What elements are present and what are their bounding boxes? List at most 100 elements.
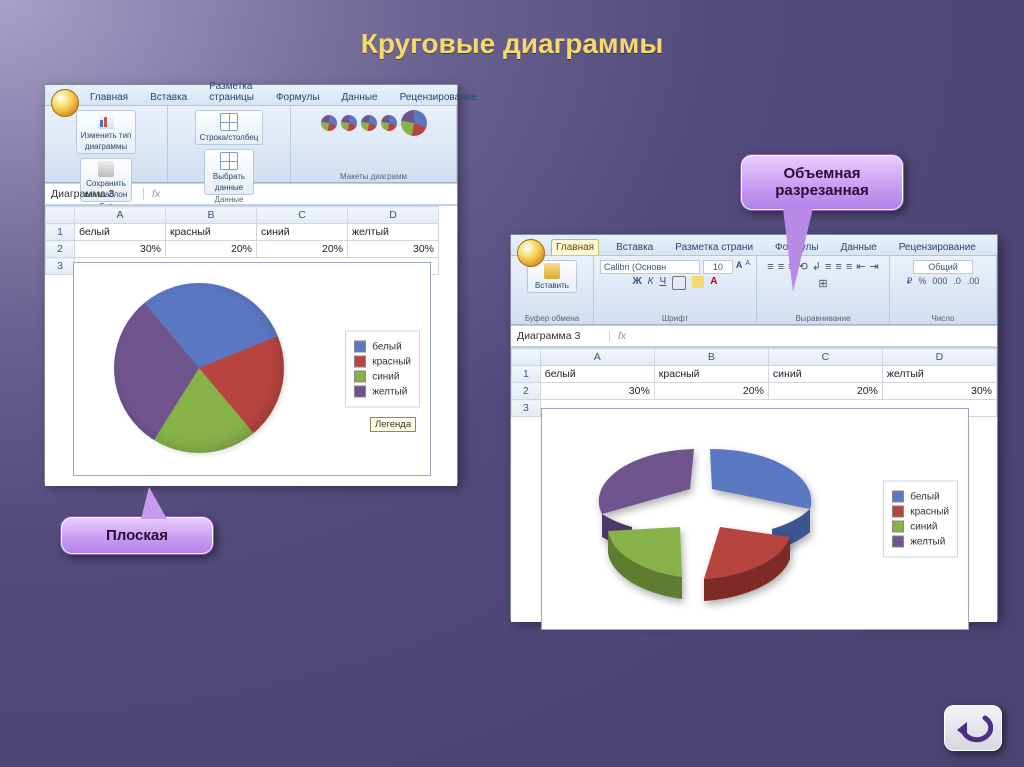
layout-icon[interactable] [381,115,397,131]
fill-color-icon[interactable] [692,276,704,288]
cell-A1[interactable]: белый [75,224,166,241]
cell-D1[interactable]: желтый [882,366,996,383]
excel-window-flat: Главная Вставка Разметка страницы Формул… [44,84,458,484]
tab-home[interactable]: Главная [551,239,599,255]
name-box[interactable]: Диаграмма 3 [45,188,144,200]
pie-chart-exploded[interactable]: белый красный синий желтый [541,408,969,630]
merge-icon[interactable]: ⊞ [818,277,827,290]
col-B[interactable]: B [166,207,257,224]
col-corner[interactable] [512,349,541,366]
chart-legend[interactable]: белый красный синий желтый [883,481,958,558]
currency-icon[interactable]: ₽ [907,276,913,287]
align-center-icon[interactable]: ≡ [835,261,841,273]
tab-review[interactable]: Рецензирование [395,89,482,105]
border-icon[interactable] [672,276,686,290]
row-3[interactable]: 3 [46,258,75,275]
legend-label: синий [910,521,937,532]
layout-icon[interactable] [321,115,337,131]
tab-insert[interactable]: Вставка [611,239,658,255]
pie-chart-flat[interactable]: белый красный синий желтый Легенда [73,262,431,476]
layout-icon[interactable] [361,115,377,131]
tab-insert[interactable]: Вставка [145,89,192,105]
wrap-icon[interactable]: ↲ [812,260,821,273]
paste-icon [544,263,560,279]
cell-D2[interactable]: 30% [882,383,996,400]
align-right-icon[interactable]: ≡ [846,261,852,273]
row-2[interactable]: 2 [46,241,75,258]
group-layouts-label: Макеты диаграмм [340,172,407,181]
switch-row-col-button[interactable]: Строка/столбец [195,110,264,145]
cell-B1[interactable]: красный [166,224,257,241]
office-button-icon[interactable] [517,239,545,267]
grow-font-icon[interactable]: A [736,260,743,274]
col-D[interactable]: D [348,207,439,224]
underline-icon[interactable]: Ч [660,276,667,290]
italic-icon[interactable]: К [648,276,654,290]
cell-D1[interactable]: желтый [348,224,439,241]
bold-icon[interactable]: Ж [633,276,642,290]
cell-C2[interactable]: 20% [768,383,882,400]
row-1[interactable]: 1 [46,224,75,241]
change-chart-type-button[interactable]: Изменить тип диаграммы [76,110,137,154]
col-A[interactable]: A [540,349,654,366]
select-data-button[interactable]: Выбрать данные [204,149,254,195]
percent-icon[interactable]: % [918,276,926,287]
row-2[interactable]: 2 [512,383,541,400]
col-C[interactable]: C [768,349,882,366]
callout-exploded-label2: разрезанная [775,182,868,199]
back-button[interactable] [944,705,1002,751]
cell-C1[interactable]: синий [257,224,348,241]
comma-icon[interactable]: 000 [932,276,947,287]
cell-A2[interactable]: 30% [540,383,654,400]
layout-icon[interactable] [341,115,357,131]
number-format-combo[interactable]: Общий [913,260,973,274]
tab-formulas[interactable]: Формулы [271,89,325,105]
font-color-icon[interactable]: A [710,276,717,290]
col-B[interactable]: B [654,349,768,366]
chart-legend[interactable]: белый красный синий желтый [345,331,420,408]
row-3[interactable]: 3 [512,400,541,417]
legend-label: желтый [910,536,945,547]
tab-data[interactable]: Данные [836,239,882,255]
cell-D2[interactable]: 30% [348,241,439,258]
paste-label: Вставить [535,281,569,290]
tab-review[interactable]: Рецензирование [894,239,981,255]
tab-layout[interactable]: Разметка страни [670,239,758,255]
callout-tail-icon [141,487,167,519]
cell-A2[interactable]: 30% [75,241,166,258]
tab-data[interactable]: Данные [336,89,382,105]
font-name-combo[interactable]: Calibri (Основн [600,260,700,274]
indent-inc-icon[interactable]: ⇥ [869,260,878,273]
cell-C1[interactable]: синий [768,366,882,383]
col-A[interactable]: A [75,207,166,224]
dec-decimal-icon[interactable]: .00 [967,276,980,287]
data-table: A B C D 1 белый красный синий желтый 2 3… [511,348,997,417]
back-arrow-icon [953,712,993,744]
row-1[interactable]: 1 [512,366,541,383]
layout-large-icon[interactable] [401,110,427,136]
cell-C2[interactable]: 20% [257,241,348,258]
tab-layout[interactable]: Разметка страницы [204,78,259,105]
shrink-font-icon[interactable]: A [745,260,750,274]
legend-label: белый [372,341,401,352]
col-C[interactable]: C [257,207,348,224]
col-D[interactable]: D [882,349,996,366]
fx-label: fx [610,330,634,342]
tab-home[interactable]: Главная [85,89,133,105]
pie-exploded-graphic [572,419,832,619]
ribbon-body: Вставить Буфер обмена Calibri (Основн 10… [511,256,997,325]
office-button-icon[interactable] [51,89,79,117]
indent-dec-icon[interactable]: ⇤ [856,260,865,273]
font-size-combo[interactable]: 10 [703,260,733,274]
cell-B2[interactable]: 20% [166,241,257,258]
align-top-icon[interactable]: ≡ [767,261,773,273]
cell-B1[interactable]: красный [654,366,768,383]
cell-A1[interactable]: белый [540,366,654,383]
group-font-label: Шрифт [662,314,688,323]
name-box[interactable]: Диаграмма 3 [511,330,610,342]
legend-tooltip: Легенда [370,417,416,432]
cell-B2[interactable]: 20% [654,383,768,400]
inc-decimal-icon[interactable]: .0 [953,276,961,287]
align-left-icon[interactable]: ≡ [825,261,831,273]
col-corner[interactable] [46,207,75,224]
